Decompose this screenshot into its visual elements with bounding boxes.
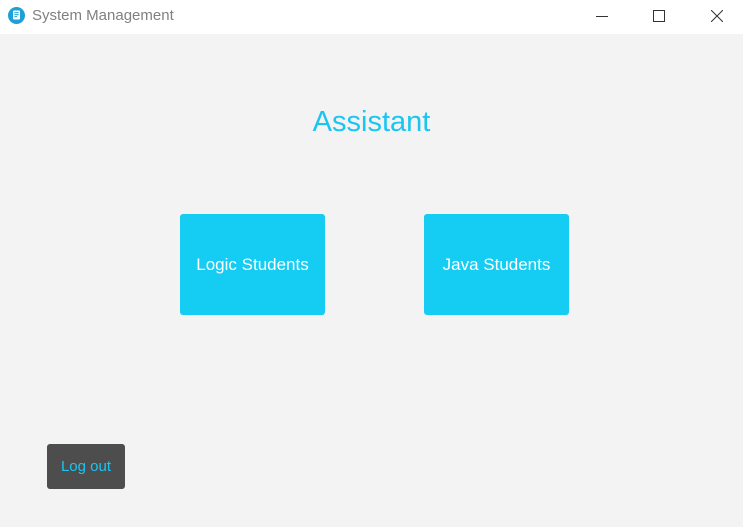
logic-students-button[interactable]: Logic Students [180, 214, 325, 315]
maximize-button[interactable] [636, 0, 682, 32]
minimize-button[interactable] [579, 0, 625, 32]
app-logo-icon [8, 7, 25, 24]
window-title: System Management [32, 7, 174, 24]
maximize-icon [653, 10, 665, 22]
close-button[interactable] [694, 0, 740, 32]
logout-label: Log out [60, 458, 112, 475]
java-students-button[interactable]: Java Students [424, 214, 569, 315]
minimize-icon [596, 10, 608, 22]
title-bar[interactable]: System Management [0, 0, 743, 34]
logout-button[interactable]: Log out [47, 444, 125, 489]
close-icon [711, 10, 723, 22]
page-heading: Assistant [312, 106, 431, 138]
app-window: System Management Assistant Logic Studen… [0, 0, 743, 527]
java-students-label: Java Students [442, 254, 551, 274]
logic-students-label: Logic Students [196, 254, 309, 274]
